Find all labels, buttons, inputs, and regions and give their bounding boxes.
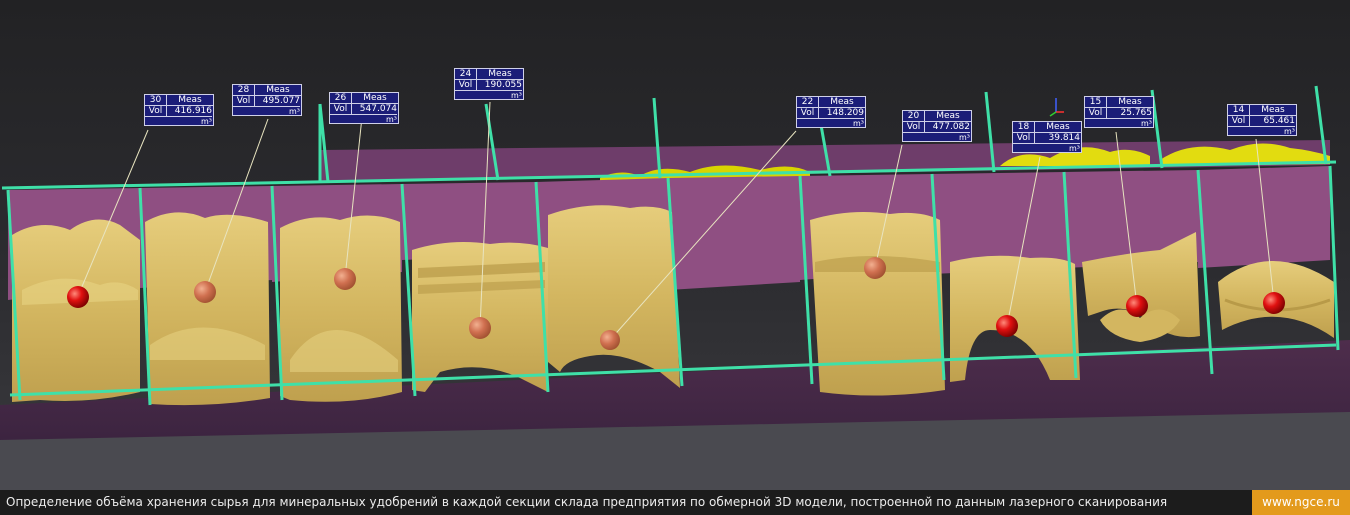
3d-model-viewport[interactable]: 30 Meas Vol 416.916 m³ 28 Meas Vol 495.0…	[0, 0, 1350, 490]
tag-volume-value: 495.077	[255, 96, 300, 107]
tag-label: Vol	[1228, 116, 1250, 127]
tag-volume-value: 416.916	[167, 106, 212, 117]
measurement-tag-18[interactable]: 18 Meas Vol 39.814 m³	[1012, 121, 1082, 153]
tag-volume-value: 25.765	[1107, 108, 1152, 119]
warehouse-scene	[0, 0, 1350, 490]
tag-label: Vol	[903, 122, 925, 133]
tag-header: Meas	[167, 95, 213, 106]
tag-id: 30	[145, 95, 167, 106]
tag-unit: m³	[386, 115, 397, 124]
tag-id: 28	[233, 85, 255, 96]
centroid-marker-26	[334, 268, 356, 290]
tag-header: Meas	[1035, 122, 1081, 133]
centroid-marker-22	[600, 330, 620, 350]
tag-header: Meas	[255, 85, 301, 96]
measurement-tag-22[interactable]: 22 Meas Vol 148.209 m³	[796, 96, 866, 128]
tag-unit: m³	[1069, 144, 1080, 153]
tag-volume-value: 477.082	[925, 122, 970, 133]
tag-volume-value: 148.209	[819, 108, 864, 119]
tag-unit: m³	[511, 91, 522, 100]
tag-header: Meas	[1250, 105, 1296, 116]
tag-label: Vol	[1085, 108, 1107, 119]
tag-unit: m³	[201, 117, 212, 126]
tag-id: 18	[1013, 122, 1035, 133]
measurement-tag-14[interactable]: 14 Meas Vol 65.461 m³	[1227, 104, 1297, 136]
tag-unit: m³	[289, 107, 300, 116]
site-link[interactable]: www.ngce.ru	[1252, 490, 1350, 515]
tag-volume-value: 547.074	[352, 104, 397, 115]
tag-label: Vol	[1013, 133, 1035, 144]
tag-unit: m³	[1284, 127, 1295, 136]
tag-header: Meas	[1107, 97, 1153, 108]
caption-text: Определение объёма хранения сырья для ми…	[6, 495, 1168, 509]
centroid-marker-18	[996, 315, 1018, 337]
tag-volume-value: 39.814	[1035, 133, 1080, 144]
tag-header: Meas	[352, 93, 398, 104]
tag-header: Meas	[925, 111, 971, 122]
tag-id: 24	[455, 69, 477, 80]
centroid-marker-20	[864, 257, 886, 279]
measurement-tag-30[interactable]: 30 Meas Vol 416.916 m³	[144, 94, 214, 126]
tag-unit: m³	[959, 133, 970, 142]
tag-volume-value: 65.461	[1250, 116, 1295, 127]
tag-id: 26	[330, 93, 352, 104]
tag-header: Meas	[477, 69, 523, 80]
centroid-marker-24	[469, 317, 491, 339]
measurement-tag-26[interactable]: 26 Meas Vol 547.074 m³	[329, 92, 399, 124]
measurement-tag-28[interactable]: 28 Meas Vol 495.077 m³	[232, 84, 302, 116]
centroid-marker-15	[1126, 295, 1148, 317]
measurement-tag-15[interactable]: 15 Meas Vol 25.765 m³	[1084, 96, 1154, 128]
tag-label: Vol	[145, 106, 167, 117]
tag-volume-value: 190.055	[477, 80, 522, 91]
centroid-marker-14	[1263, 292, 1285, 314]
centroid-marker-28	[194, 281, 216, 303]
tag-label: Vol	[233, 96, 255, 107]
tag-label: Vol	[797, 108, 819, 119]
tag-unit: m³	[1141, 119, 1152, 128]
measurement-tag-24[interactable]: 24 Meas Vol 190.055 m³	[454, 68, 524, 100]
tag-id: 14	[1228, 105, 1250, 116]
centroid-marker-30	[67, 286, 89, 308]
tag-unit: m³	[853, 119, 864, 128]
tag-label: Vol	[455, 80, 477, 91]
tag-id: 20	[903, 111, 925, 122]
measurement-tag-20[interactable]: 20 Meas Vol 477.082 m³	[902, 110, 972, 142]
tag-id: 15	[1085, 97, 1107, 108]
tag-header: Meas	[819, 97, 865, 108]
tag-id: 22	[797, 97, 819, 108]
caption-bar: Определение объёма хранения сырья для ми…	[0, 490, 1350, 515]
tag-label: Vol	[330, 104, 352, 115]
